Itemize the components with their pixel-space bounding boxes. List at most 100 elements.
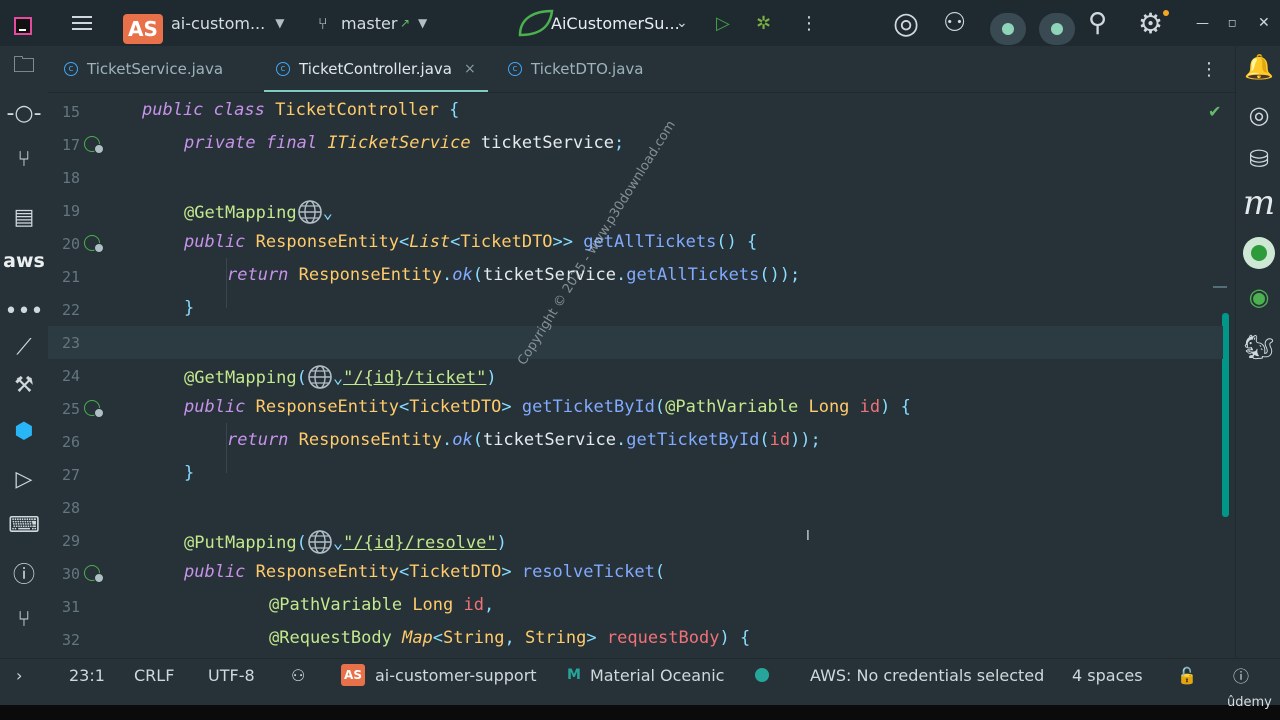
read-only-lock-icon[interactable]: 🔓 [1177,659,1197,691]
tab-ticket-service[interactable]: c TicketService.java [64,46,223,92]
run-configuration-selector[interactable]: AiCustomerSu... [551,0,680,46]
line-number: 27 [61,466,80,484]
endpoints-icon[interactable]: ⟋ [4,330,44,364]
project-folder-icon[interactable]: 🗀 [4,50,44,84]
chevron-down-icon[interactable]: ⌄ [333,368,343,388]
ai-chat-icon[interactable]: ◎ [1240,98,1278,132]
line-number: 28 [61,499,80,517]
more-tools-icon[interactable]: ••• [4,294,44,328]
code-line: 29 @PutMapping(⌄"/{id}/resolve") [48,524,1223,557]
code-text: @PathVariable Long id, [269,595,495,615]
code-with-me-button[interactable] [990,13,1026,45]
minimize-icon[interactable]: — [1196,0,1209,46]
debug-icon[interactable]: ✲ [756,0,771,46]
editorconfig-icon[interactable]: ⚇ [291,659,305,691]
globe-icon[interactable] [307,529,333,555]
pull-requests-icon[interactable]: ⑂ [4,142,44,176]
line-number: 30 [61,565,80,583]
endpoint-gutter-icon[interactable] [84,400,104,418]
theme-name: Material Oceanic [589,665,725,685]
vertical-scrollbar[interactable] [1222,313,1229,517]
close-tab-icon[interactable]: × [464,61,476,77]
code-line: 25 public ResponseEntity<TicketDTO> getT… [48,392,1223,425]
project-badge: AS [341,664,365,686]
udemy-brand: ûdemy [1227,695,1272,710]
line-number: 26 [61,433,80,451]
tab-label: TicketDTO.java [531,60,644,78]
status-dot-icon[interactable] [755,659,769,691]
code-text: public ResponseEntity<TicketDTO> resolve… [184,562,666,582]
run-tool-icon[interactable]: ▷ [4,462,44,496]
indent-setting[interactable]: 4 spaces [1072,659,1143,691]
profile-icon[interactable]: ⚇ [943,0,966,46]
material-theme-icon: M [567,667,581,683]
code-line: 20 public ResponseEntity<List<TicketDTO>… [48,227,1223,260]
expand-status-icon[interactable]: › [16,659,22,691]
problems-icon[interactable]: ⓘ [4,556,44,590]
endpoint-gutter-icon[interactable] [84,565,104,583]
restore-icon[interactable]: ◻ [1228,0,1236,46]
code-text: public ResponseEntity<TicketDTO> getTick… [184,397,911,417]
globe-icon[interactable] [297,199,323,225]
status-project[interactable]: AS ai-customer-support [341,659,537,691]
status-bar: › 23:1 CRLF UTF-8 ⚇ AS ai-customer-suppo… [0,658,1280,691]
aws-toolkit-icon[interactable]: aws [3,244,45,278]
ai-assistant-icon[interactable]: ◎ [893,0,919,46]
more-actions-icon[interactable]: ⋮ [800,0,818,46]
terminal-icon[interactable]: ⌨ [4,508,44,542]
line-number: 19 [61,202,80,220]
project-badge[interactable]: AS [123,14,163,44]
commit-icon[interactable]: -○- [4,96,44,130]
run-icon[interactable]: ▷ [716,0,730,46]
file-encoding[interactable]: UTF-8 [208,659,255,691]
spring-boot-icon[interactable]: ◉ [1240,280,1278,314]
tab-options-icon[interactable]: ⋮ [1200,46,1218,92]
code-text: private final ITicketService ticketServi… [184,133,625,153]
project-name: ai-custom... [171,13,266,33]
ide-window: AS ai-custom... ▼ ⑂ master ↗ ▼ AiCustome… [0,0,1280,705]
close-icon[interactable]: ✕ [1258,0,1270,46]
spring-tree-icon[interactable] [1240,236,1278,270]
project-selector[interactable]: ai-custom... ▼ [171,0,284,46]
right-tool-window-bar: 🔔 ◎ ⛁ m ◉ 🐿 [1235,46,1280,658]
docker-icon[interactable]: 🐿 [1240,330,1278,364]
build-hammer-icon[interactable]: ⚒ [4,368,44,402]
endpoint-gutter-icon[interactable] [84,235,104,253]
tab-label: TicketService.java [87,60,224,78]
status-toggle-button[interactable] [1039,13,1075,45]
tab-ticket-controller[interactable]: c TicketController.java × [264,46,488,92]
line-number: 24 [61,367,80,385]
caret-position[interactable]: 23:1 [69,659,105,691]
branch-selector[interactable]: master [341,0,397,46]
tab-label: TicketController.java [299,60,452,78]
tab-ticket-dto[interactable]: c TicketDTO.java [508,46,644,92]
notifications-bell-icon[interactable]: 🔔 [1240,50,1278,84]
globe-icon[interactable] [307,364,333,390]
bean-gutter-icon[interactable] [84,136,104,154]
editor-tabs: c TicketService.java c TicketController.… [48,46,1235,93]
maven-icon[interactable]: m [1240,183,1278,223]
chevron-down-icon[interactable]: ⌄ [333,533,343,553]
aws-credentials[interactable]: AWS: No credentials selected [810,659,1044,691]
theme-selector[interactable]: M Material Oceanic [567,659,724,691]
code-text: @PutMapping(⌄"/{id}/resolve") [184,529,507,555]
problems-status-icon[interactable]: ⓘ [1233,659,1249,691]
class-icon: c [276,62,290,76]
line-separator[interactable]: CRLF [134,659,174,691]
line-number: 25 [61,400,80,418]
chevron-down-icon[interactable]: ▼ [418,0,427,46]
chevron-down-icon[interactable]: ⌄ [323,203,333,223]
structure-icon[interactable]: ▤ [4,200,44,234]
chevron-down-icon[interactable]: ⌄ [676,0,688,46]
code-text: @GetMapping ⌄ [184,199,333,225]
hamburger-menu-icon[interactable] [72,0,94,46]
settings-icon[interactable]: ⚙ [1138,0,1163,46]
line-number: 29 [61,532,80,550]
search-icon[interactable]: ⚲ [1088,0,1107,46]
git-icon[interactable]: ⑂ [4,602,44,636]
code-line: 28 [48,491,1223,524]
database-icon[interactable]: ⛁ [1240,142,1278,176]
code-text: public class TicketController { [142,100,460,120]
chevron-down-icon: ▼ [275,16,285,30]
services-hexagon-icon[interactable]: ⬢ [4,414,44,448]
